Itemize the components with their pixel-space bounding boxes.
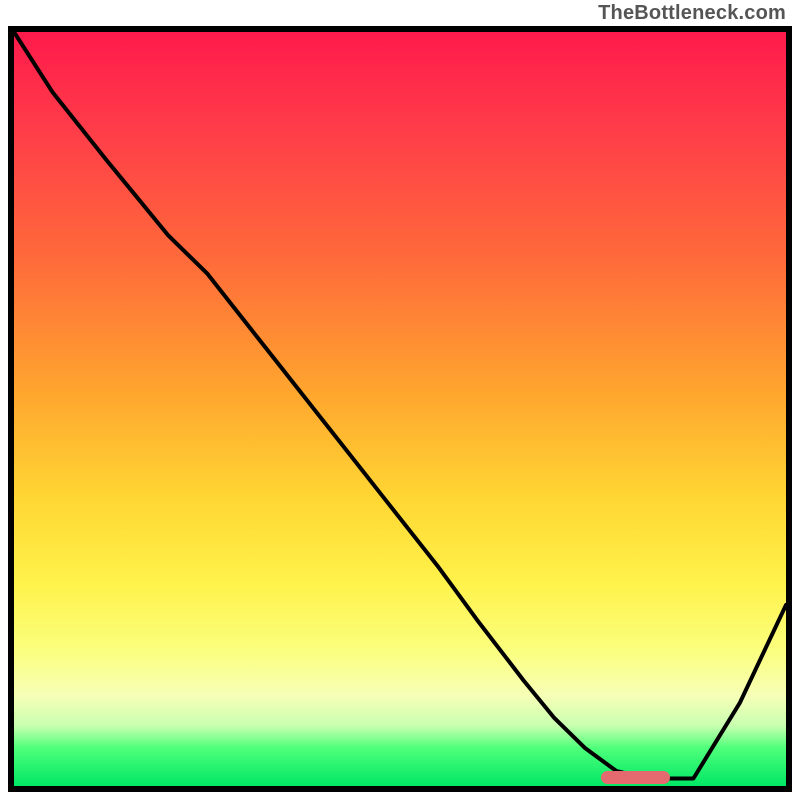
- watermark-text: TheBottleneck.com: [598, 2, 786, 25]
- plot-area: [8, 26, 792, 792]
- optimal-range-marker: [601, 771, 670, 784]
- chart-container: TheBottleneck.com: [0, 0, 800, 800]
- bottleneck-curve: [14, 32, 786, 786]
